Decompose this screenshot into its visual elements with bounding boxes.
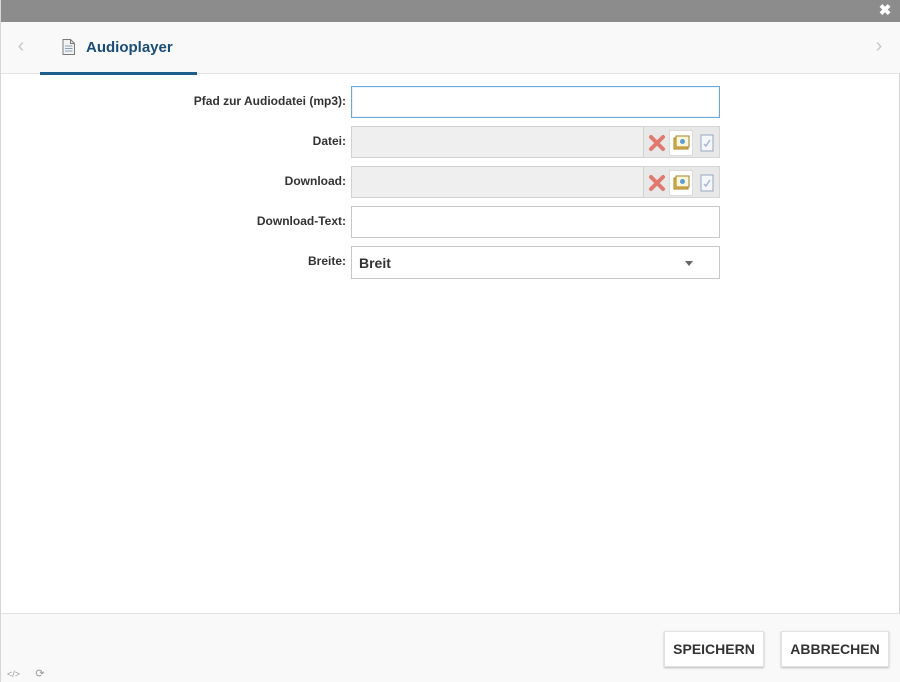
- download-text-row: Download-Text:: [1, 206, 900, 238]
- audio-path-label: Pfad zur Audiodatei (mp3):: [193, 94, 346, 108]
- tab-audioplayer[interactable]: Audioplayer: [40, 22, 197, 75]
- edit-icon[interactable]: [697, 133, 717, 153]
- file-field[interactable]: [351, 126, 644, 158]
- tab-bar: ‹ Audioplayer ›: [1, 22, 900, 75]
- chevron-left-icon[interactable]: ‹: [13, 36, 29, 56]
- cancel-button[interactable]: ABBRECHEN: [781, 631, 889, 667]
- audioplayer-dialog: ✖ ‹ Audioplayer › Pfad zur Audiodatei (m…: [0, 0, 900, 682]
- width-label: Breite:: [307, 254, 346, 268]
- download-field[interactable]: [351, 166, 644, 198]
- chevron-down-icon: [685, 261, 693, 266]
- file-label: Datei:: [312, 134, 346, 148]
- refresh-icon[interactable]: ⟳: [34, 668, 46, 680]
- width-select-value: Breit: [359, 255, 391, 271]
- active-tab-indicator: [40, 72, 197, 75]
- close-icon[interactable]: ✖: [877, 3, 893, 19]
- width-row: Breite: Breit: [1, 246, 900, 279]
- remove-icon[interactable]: [647, 133, 667, 153]
- save-button[interactable]: SPEICHERN: [664, 631, 764, 667]
- download-text-label: Download-Text:: [256, 214, 346, 228]
- chevron-right-icon[interactable]: ›: [871, 36, 887, 56]
- audio-path-row: Pfad zur Audiodatei (mp3):: [1, 86, 900, 118]
- dialog-footer: SPEICHERN ABBRECHEN: [1, 613, 900, 682]
- download-text-input[interactable]: [351, 206, 720, 238]
- width-select[interactable]: Breit: [351, 246, 720, 279]
- download-row: Download:: [1, 166, 900, 198]
- source-code-icon[interactable]: </>: [7, 668, 20, 680]
- download-actions: [644, 166, 720, 198]
- audio-path-input[interactable]: [351, 86, 720, 118]
- file-actions: [644, 126, 720, 158]
- browse-icon[interactable]: [669, 170, 693, 196]
- edit-icon[interactable]: [697, 173, 717, 193]
- file-row: Datei:: [1, 126, 900, 158]
- document-icon: [62, 39, 75, 55]
- tab-label: Audioplayer: [86, 39, 173, 56]
- download-label: Download:: [284, 174, 346, 188]
- remove-icon[interactable]: [647, 173, 667, 193]
- browse-icon[interactable]: [669, 130, 693, 156]
- dialog-titlebar: ✖: [1, 0, 900, 22]
